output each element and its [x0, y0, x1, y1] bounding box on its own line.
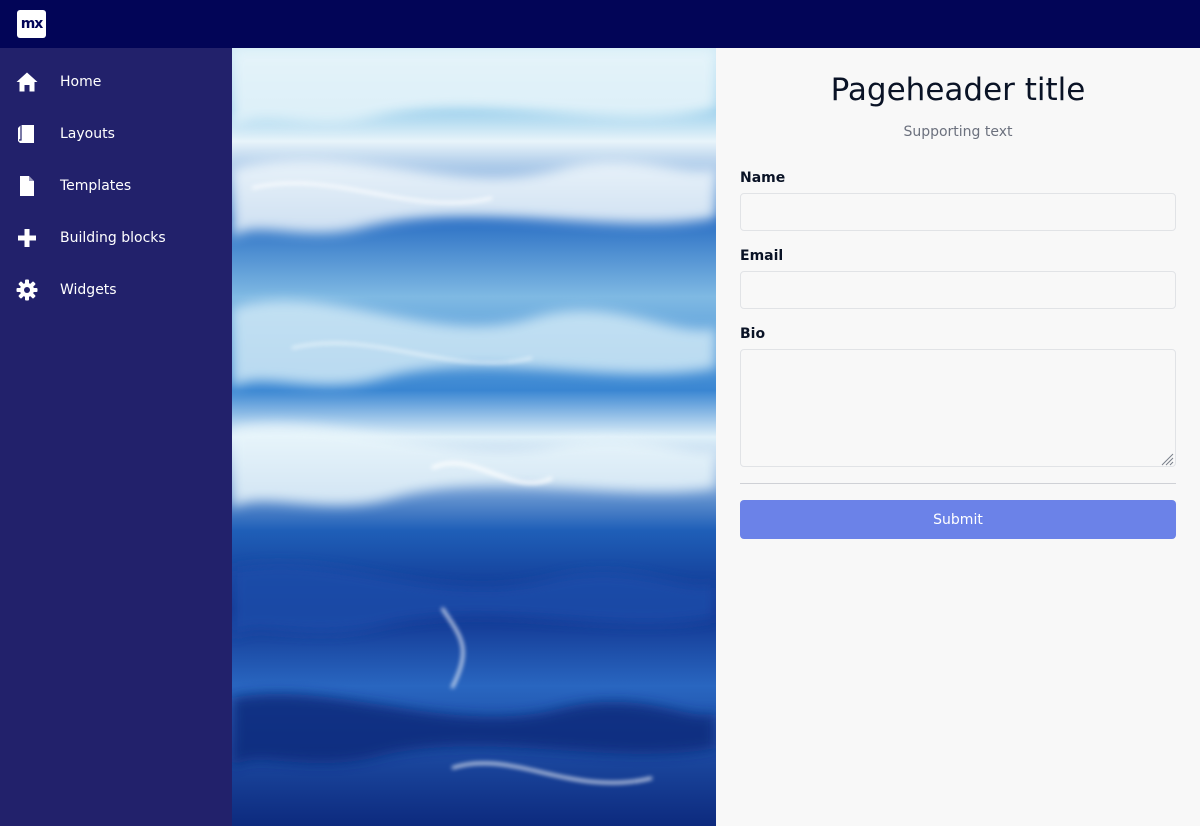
email-field[interactable]	[740, 271, 1176, 309]
page-title: Pageheader title	[830, 72, 1086, 108]
ocean-image	[232, 48, 716, 826]
sidebar-item-label: Widgets	[60, 282, 117, 298]
book-icon	[15, 122, 39, 146]
email-label: Email	[740, 248, 784, 264]
bio-textarea[interactable]	[740, 349, 1176, 467]
name-label: Name	[740, 170, 786, 186]
name-field[interactable]	[740, 193, 1176, 231]
sidebar: Home Layouts Templates Building blocks W…	[0, 48, 232, 826]
divider	[740, 483, 1176, 484]
top-bar: mx	[0, 0, 1200, 48]
sidebar-item-label: Layouts	[60, 126, 115, 142]
content-panel: Pageheader title Supporting text Name Em…	[716, 48, 1200, 826]
mx-logo[interactable]: mx	[17, 10, 46, 38]
page-subtitle: Supporting text	[903, 124, 1013, 140]
sidebar-item-building-blocks[interactable]: Building blocks	[0, 212, 232, 264]
gear-icon	[15, 278, 39, 302]
plus-icon	[15, 226, 39, 250]
sidebar-item-label: Building blocks	[60, 230, 166, 246]
sidebar-item-home[interactable]: Home	[0, 56, 232, 108]
sidebar-item-label: Templates	[60, 178, 132, 194]
sidebar-item-label: Home	[60, 74, 102, 90]
file-icon	[15, 174, 39, 198]
sidebar-item-layouts[interactable]: Layouts	[0, 108, 232, 160]
bio-label: Bio	[740, 326, 766, 342]
submit-button[interactable]: Submit	[740, 500, 1176, 539]
home-icon	[15, 70, 39, 94]
sidebar-item-templates[interactable]: Templates	[0, 160, 232, 212]
sidebar-item-widgets[interactable]: Widgets	[0, 264, 232, 316]
resize-handle-icon[interactable]	[1160, 451, 1174, 466]
